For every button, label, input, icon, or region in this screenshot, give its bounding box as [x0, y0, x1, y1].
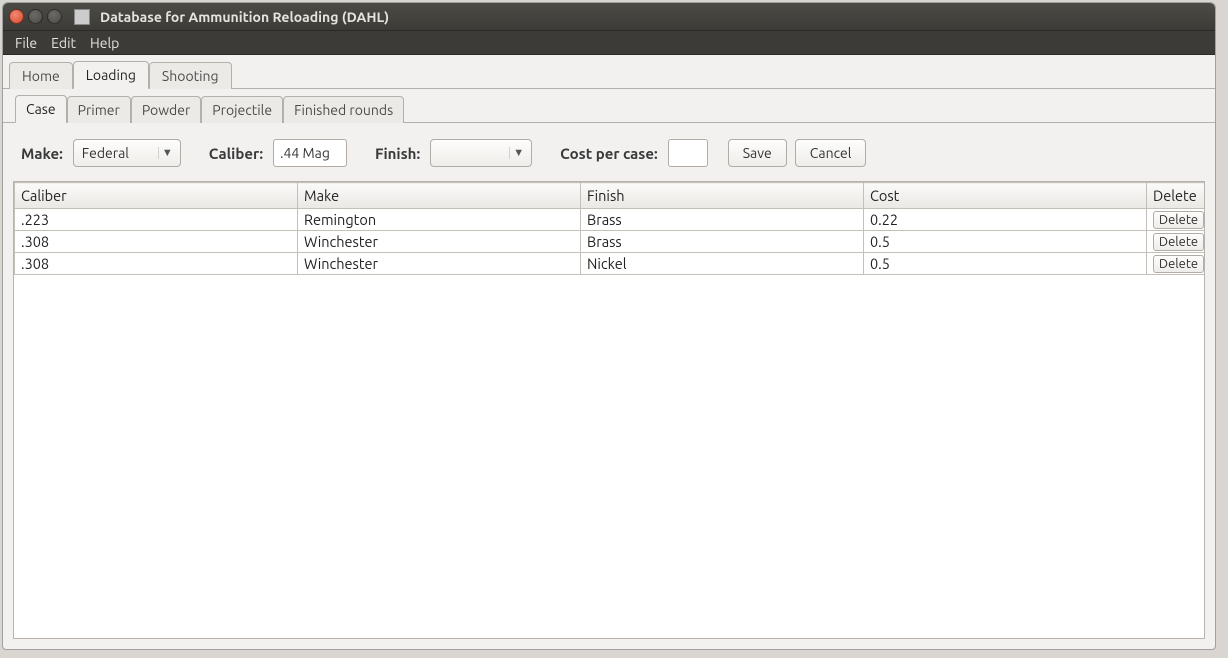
subtab-primer[interactable]: Primer [67, 96, 131, 123]
subtab-finished-rounds[interactable]: Finished rounds [283, 96, 404, 123]
delete-row-button[interactable]: Delete [1153, 211, 1204, 229]
menu-edit[interactable]: Edit [45, 33, 82, 53]
col-delete[interactable]: Delete [1147, 183, 1206, 209]
col-finish[interactable]: Finish [581, 183, 864, 209]
cell-make: Winchester [298, 253, 581, 275]
cell-caliber: .223 [15, 209, 298, 231]
window-controls [9, 9, 62, 24]
case-form: Make: Federal ▼ Caliber: Finish: ▼ Cost … [3, 123, 1215, 181]
chevron-down-icon: ▼ [509, 147, 527, 159]
subtab-projectile[interactable]: Projectile [201, 96, 283, 123]
app-window: Database for Ammunition Reloading (DAHL)… [2, 2, 1216, 650]
cell-make: Remington [298, 209, 581, 231]
table-header-row: Caliber Make Finish Cost Delete [15, 183, 1206, 209]
cell-cost: 0.5 [864, 253, 1147, 275]
close-window-button[interactable] [9, 9, 24, 24]
cell-finish: Brass [581, 209, 864, 231]
app-icon [74, 9, 90, 25]
titlebar: Database for Ammunition Reloading (DAHL) [3, 3, 1215, 31]
minimize-window-button[interactable] [28, 9, 43, 24]
col-make[interactable]: Make [298, 183, 581, 209]
delete-row-button[interactable]: Delete [1153, 233, 1204, 251]
tab-home[interactable]: Home [9, 62, 73, 89]
make-combo-value: Federal [82, 145, 152, 161]
cell-caliber: .308 [15, 231, 298, 253]
table-row[interactable]: .308 Winchester Nickel 0.5 Delete [15, 253, 1206, 275]
cell-finish: Brass [581, 231, 864, 253]
col-caliber[interactable]: Caliber [15, 183, 298, 209]
subtab-powder[interactable]: Powder [131, 96, 201, 123]
delete-row-button[interactable]: Delete [1153, 255, 1204, 273]
cost-label: Cost per case: [560, 145, 658, 162]
sub-tabs: Case Primer Powder Projectile Finished r… [3, 89, 1215, 123]
finish-label: Finish: [375, 145, 420, 162]
col-cost[interactable]: Cost [864, 183, 1147, 209]
cost-input[interactable] [668, 139, 708, 167]
tab-shooting[interactable]: Shooting [149, 62, 232, 89]
cell-cost: 0.22 [864, 209, 1147, 231]
finish-combo[interactable]: ▼ [430, 139, 532, 167]
table-row[interactable]: .223 Remington Brass 0.22 Delete [15, 209, 1206, 231]
menubar: File Edit Help [3, 31, 1215, 55]
menu-help[interactable]: Help [84, 33, 125, 53]
cell-caliber: .308 [15, 253, 298, 275]
cell-cost: 0.5 [864, 231, 1147, 253]
case-table: Caliber Make Finish Cost Delete .223 Rem… [13, 181, 1205, 639]
menu-file[interactable]: File [9, 33, 43, 53]
cell-make: Winchester [298, 231, 581, 253]
main-tabs: Home Loading Shooting [3, 55, 1215, 89]
cancel-button[interactable]: Cancel [795, 139, 867, 167]
chevron-down-icon: ▼ [158, 147, 176, 159]
tab-loading[interactable]: Loading [73, 61, 149, 89]
table-row[interactable]: .308 Winchester Brass 0.5 Delete [15, 231, 1206, 253]
make-combo[interactable]: Federal ▼ [73, 139, 181, 167]
subtab-case[interactable]: Case [15, 95, 67, 123]
maximize-window-button[interactable] [47, 9, 62, 24]
caliber-label: Caliber: [209, 145, 263, 162]
cell-finish: Nickel [581, 253, 864, 275]
make-label: Make: [21, 145, 63, 162]
window-title: Database for Ammunition Reloading (DAHL) [100, 9, 389, 25]
caliber-input[interactable] [273, 139, 347, 167]
save-button[interactable]: Save [728, 139, 787, 167]
